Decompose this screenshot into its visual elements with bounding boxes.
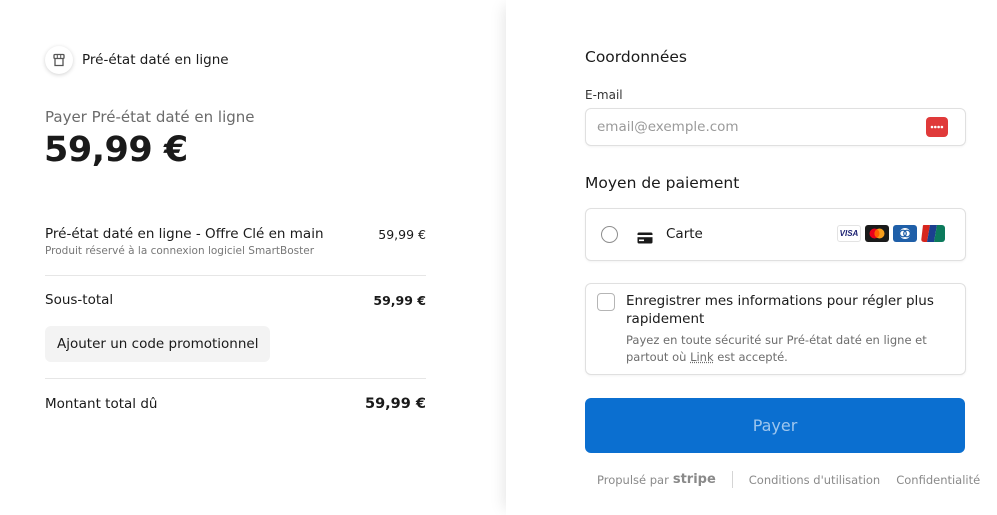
add-promo-code-button[interactable]: Ajouter un code promotionnel	[45, 326, 271, 362]
diners-club-icon	[893, 225, 917, 242]
credit-card-icon	[637, 229, 653, 248]
total-due-label: Montant total dû	[45, 396, 158, 412]
save-info-description: Payez en toute sécurité sur Pré-état dat…	[626, 332, 946, 366]
line-item: Pré-état daté en ligne - Offre Clé en ma…	[45, 226, 426, 257]
subtotal-label: Sous-total	[45, 292, 114, 308]
save-info-checkbox[interactable]	[597, 293, 615, 311]
save-info-desc-end: est accepté.	[713, 350, 788, 364]
visa-text: VISA	[839, 229, 859, 238]
visa-icon: VISA	[837, 225, 861, 242]
link-info-link[interactable]: Link	[690, 350, 714, 364]
stripe-logo[interactable]: stripe	[673, 472, 716, 487]
payment-method-title: Moyen de paiement	[585, 174, 740, 192]
divider	[45, 275, 426, 276]
card-radio[interactable]	[601, 226, 618, 243]
total-row: Montant total dû 59,99 €	[45, 396, 426, 412]
line-item-name: Pré-état daté en ligne - Offre Clé en ma…	[45, 226, 324, 242]
mastercard-icon	[865, 225, 889, 242]
email-input[interactable]	[597, 109, 917, 145]
subtotal-row: Sous-total 59,99 €	[45, 292, 426, 308]
email-label: E-mail	[585, 88, 623, 102]
pay-label: Payer Pré-état daté en ligne	[45, 108, 255, 126]
terms-link[interactable]: Conditions d'utilisation	[749, 473, 880, 487]
footer: Propulsé par stripe Conditions d'utilisa…	[597, 471, 980, 488]
save-info-option[interactable]: Enregistrer mes informations pour régler…	[585, 283, 966, 375]
email-field[interactable]	[585, 108, 966, 146]
line-item-description: Produit réservé à la connexion logiciel …	[45, 245, 315, 257]
footer-separator	[731, 471, 733, 488]
privacy-link[interactable]: Confidentialité	[896, 473, 980, 487]
card-brands: VISA	[837, 225, 945, 242]
subtotal-value: 59,99 €	[373, 292, 426, 308]
order-summary-panel: Pré-état daté en ligne Payer Pré-état da…	[0, 0, 506, 515]
pay-button[interactable]: Payer	[585, 398, 965, 453]
total-due-value: 59,99 €	[364, 396, 426, 412]
payment-method-card-option[interactable]: Carte VISA	[585, 208, 966, 261]
card-label: Carte	[666, 226, 703, 242]
link-badge-icon[interactable]	[926, 117, 948, 137]
storefront-icon	[45, 46, 73, 74]
powered-by-label: Propulsé par	[597, 472, 669, 487]
total-amount: 59,99 €	[44, 130, 188, 170]
merchant-header[interactable]: Pré-état daté en ligne	[45, 46, 229, 74]
line-item-price: 59,99 €	[378, 227, 426, 242]
contact-section-title: Coordonnées	[585, 48, 688, 66]
save-info-title: Enregistrer mes informations pour régler…	[626, 293, 934, 327]
divider	[45, 378, 426, 379]
merchant-name: Pré-état daté en ligne	[82, 52, 229, 68]
unionpay-icon	[921, 225, 945, 242]
